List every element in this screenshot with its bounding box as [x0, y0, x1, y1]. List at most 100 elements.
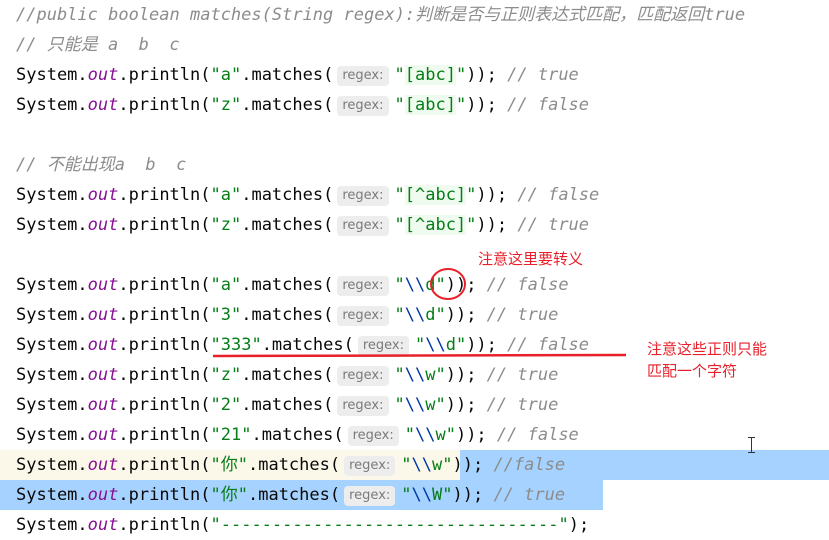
code-line[interactable]: System.out.println("z".matches(regex: "[^… [16, 210, 589, 240]
string-literal: "a" [210, 65, 242, 85]
code-text: )); [445, 395, 477, 415]
field-out: out [87, 335, 119, 355]
code-text: System. [16, 185, 88, 205]
string-literal: " [466, 215, 477, 235]
code-text: .println( [118, 515, 211, 535]
string-literal: " [394, 215, 405, 235]
code-line[interactable]: //public boolean matches(String regex):判… [16, 0, 745, 30]
code-text: )); [452, 485, 484, 505]
string-literal: w" [435, 425, 456, 445]
comment: // true [476, 365, 559, 385]
code-text: System. [16, 515, 88, 535]
field-out: out [87, 275, 119, 295]
comment: // true [476, 395, 559, 415]
code-text: .println( [118, 185, 211, 205]
code-text: System. [16, 455, 88, 475]
code-text: )); [445, 305, 477, 325]
escape-sequence: \\ [404, 305, 426, 325]
code-line[interactable]: System.out.println("3".matches(regex: "\\… [16, 300, 558, 330]
param-hint-regex: regex: [357, 336, 409, 356]
string-literal: "a" [210, 275, 242, 295]
code-text: System. [16, 95, 88, 115]
code-text: .matches( [241, 365, 334, 385]
code-text: .println( [118, 425, 211, 445]
code-line[interactable]: System.out.println("z".matches(regex: "\\… [16, 360, 558, 390]
text-cursor-icon [748, 437, 755, 453]
string-literal: " [455, 65, 467, 85]
code-line[interactable]: System.out.println("a".matches(regex: "[a… [16, 60, 579, 90]
comment: // 不能出现a b c [16, 155, 187, 175]
string-literal: " [455, 95, 467, 115]
code-text: System. [16, 395, 88, 415]
code-text: .matches( [241, 215, 334, 235]
field-out: out [87, 455, 119, 475]
param-hint-regex: regex: [337, 306, 389, 326]
field-out: out [87, 305, 119, 325]
single-char-note-2: 匹配一个字符 [647, 362, 738, 380]
code-text: .println( [118, 455, 211, 475]
regex-literal: [^abc] [404, 215, 467, 235]
code-line[interactable]: // 不能出现a b c [16, 150, 186, 180]
string-literal: "你" [210, 485, 248, 505]
param-hint-regex: regex: [337, 96, 389, 116]
comment: // true [496, 65, 579, 85]
string-literal: w" [425, 365, 446, 385]
code-text: .matches( [261, 335, 354, 355]
param-hint-regex: regex: [337, 66, 389, 86]
code-text: )); [455, 425, 487, 445]
code-line[interactable]: System.out.println("2".matches(regex: "\\… [16, 390, 558, 420]
string-literal: "21" [210, 425, 252, 445]
string-literal: "你" [210, 455, 248, 475]
code-text: .println( [118, 65, 211, 85]
code-line[interactable]: System.out.println("a".matches(regex: "\\… [16, 270, 569, 300]
code-text: ); [568, 515, 590, 535]
string-literal: "z" [210, 365, 242, 385]
code-line[interactable]: System.out.println("你".matches(regex: "\\… [16, 480, 565, 510]
code-text: System. [16, 275, 88, 295]
code-line[interactable]: // 只能是 a b c [16, 30, 180, 60]
code-text: System. [16, 215, 88, 235]
code-text: System. [16, 485, 88, 505]
field-out: out [87, 515, 119, 535]
string-literal: w" [425, 395, 446, 415]
code-text: .matches( [247, 455, 341, 475]
string-literal: " [466, 185, 477, 205]
string-literal: W" [432, 485, 453, 505]
field-out: out [87, 95, 119, 115]
param-hint-regex: regex: [347, 426, 399, 446]
code-text: .println( [118, 395, 211, 415]
comment: // false [476, 275, 569, 295]
code-text: )); [466, 335, 497, 355]
code-line[interactable]: System.out.println("z".matches(regex: "[a… [16, 90, 589, 120]
escape-sequence: \\ [404, 395, 426, 415]
escape-sequence: \\ [414, 425, 436, 445]
comment: // true [507, 215, 590, 235]
string-literal: d" [425, 305, 446, 325]
string-literal: "---------------------------------" [210, 515, 569, 535]
code-line[interactable]: System.out.println("21".matches(regex: "\… [16, 420, 579, 450]
code-line[interactable]: System.out.println("a".matches(regex: "[^… [16, 180, 599, 210]
code-text: .matches( [241, 95, 334, 115]
single-char-note-1: 注意这些正则只能 [647, 340, 768, 358]
code-line[interactable]: System.out.println("333".matches(regex: "… [16, 330, 589, 360]
string-literal: d" [425, 275, 446, 295]
comment: // false [496, 95, 590, 115]
comment: //false [483, 455, 566, 475]
code-line[interactable]: System.out.println("你".matches(regex: "\\… [16, 450, 565, 480]
comment: // false [507, 185, 600, 205]
string-literal: "333" [210, 335, 262, 355]
string-literal: "a" [210, 185, 242, 205]
comment: // true [483, 485, 566, 505]
string-literal: " [394, 95, 405, 115]
string-literal: " [414, 335, 426, 355]
code-text: System. [16, 305, 88, 325]
code-text: )); [445, 365, 477, 385]
code-text: .println( [118, 365, 211, 385]
code-text: .matches( [251, 425, 344, 445]
regex-literal: [abc] [404, 65, 456, 85]
code-text: .println( [118, 215, 211, 235]
escape-sequence: \\ [411, 455, 432, 475]
code-text: .matches( [241, 395, 334, 415]
comment: // true [476, 305, 559, 325]
code-text: )); [466, 65, 497, 85]
